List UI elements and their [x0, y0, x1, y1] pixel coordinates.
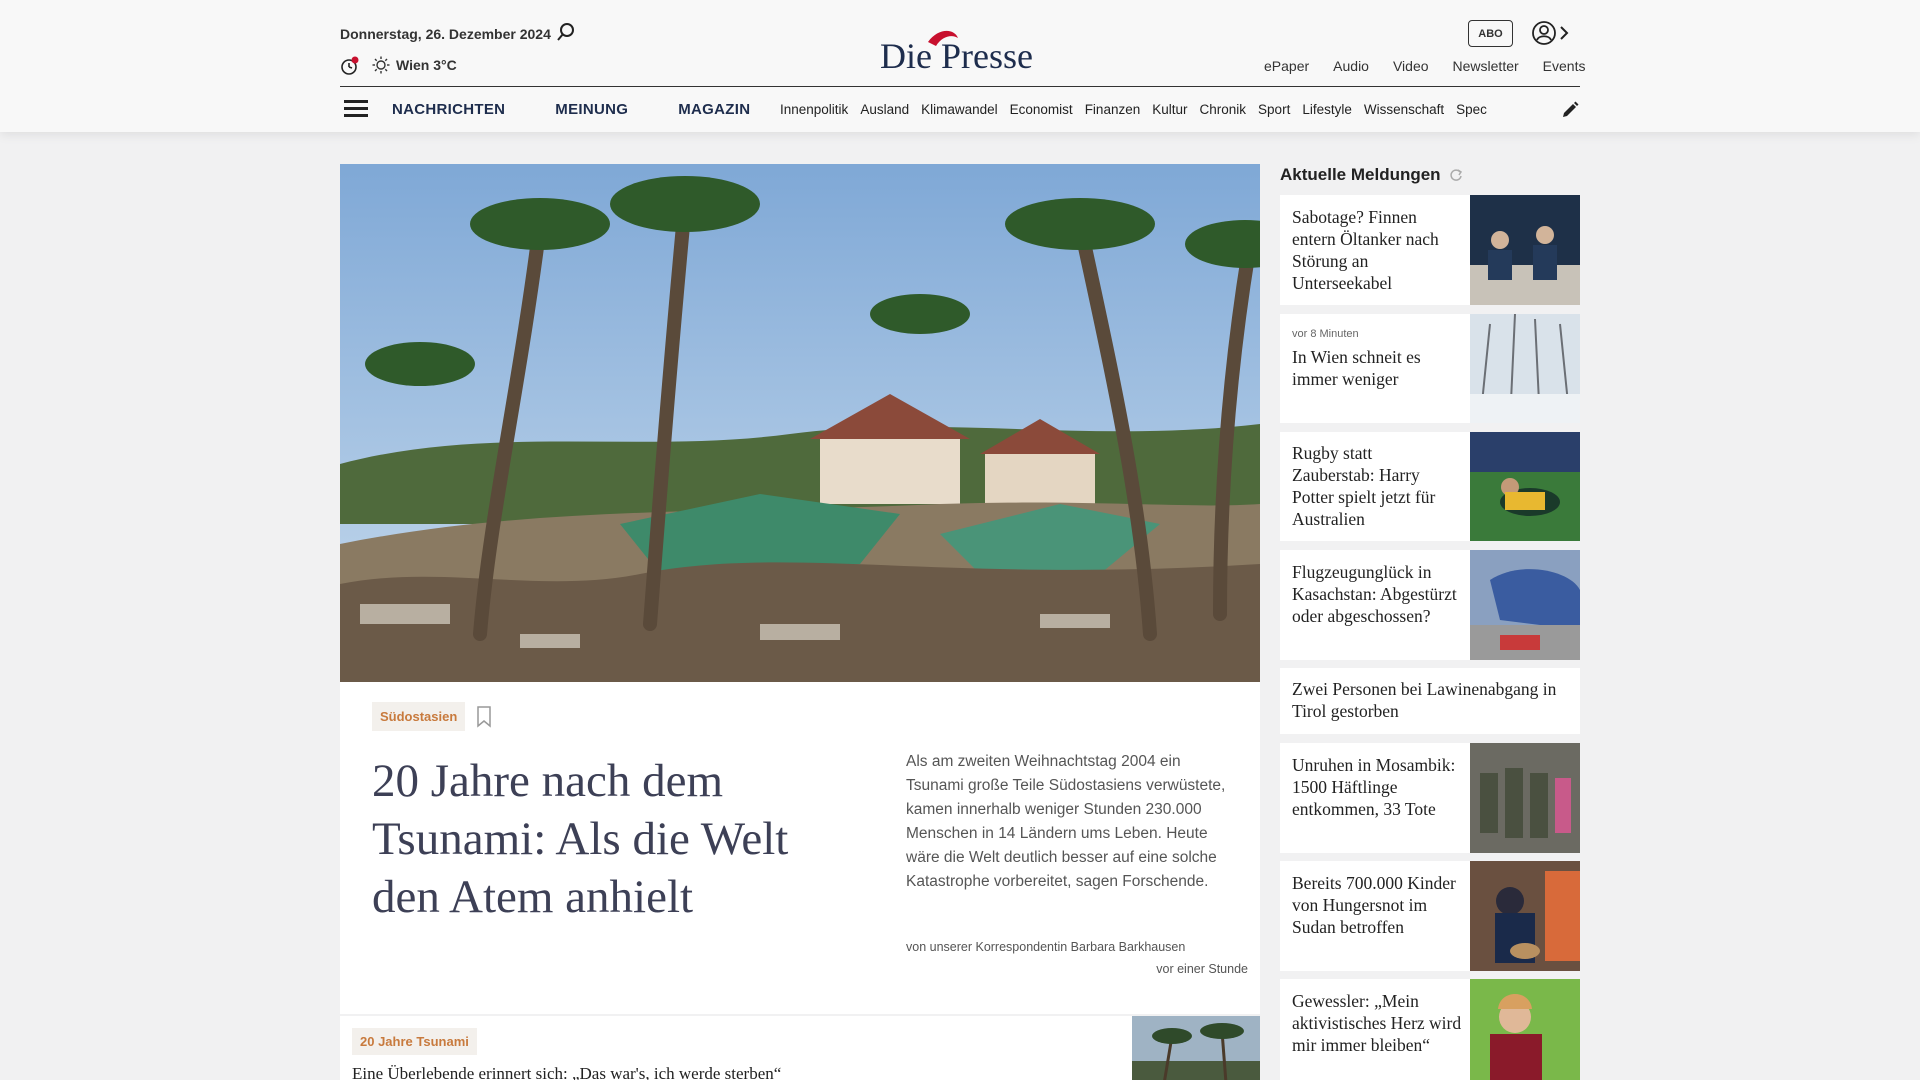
weather-widget[interactable]: Wien 3°C [372, 56, 457, 74]
link-audio[interactable]: Audio [1333, 58, 1369, 74]
subnav-ausland[interactable]: Ausland [860, 102, 909, 117]
news-thumbnail [1470, 743, 1580, 853]
lead-article-card[interactable]: Südostasien 20 Jahre nach dem Tsunami: A… [340, 164, 1260, 1014]
news-thumbnail [1470, 979, 1580, 1080]
news-item[interactable]: Zwei Personen bei Lawinenabgang in Tirol… [1280, 668, 1580, 734]
subnav-kultur[interactable]: Kultur [1152, 102, 1187, 117]
news-title[interactable]: Flugzeugunglück in Kasachstan: Abgestürz… [1292, 561, 1457, 627]
sidebar-title: Aktuelle Meldungen [1280, 165, 1463, 185]
news-item[interactable]: Rugby statt Zauberstab: Harry Potter spi… [1280, 432, 1580, 541]
link-newsletter[interactable]: Newsletter [1453, 58, 1519, 74]
news-thumbnail [1470, 432, 1580, 541]
news-thumbnail [1470, 861, 1580, 971]
news-item[interactable]: Sabotage? Finnen entern Öltanker nach St… [1280, 195, 1580, 305]
second-article-headline[interactable]: Eine Überlebende erinnert sich: „Das war… [352, 1064, 781, 1080]
nav-nachrichten[interactable]: NACHRICHTEN [392, 101, 505, 118]
sun-icon [372, 56, 390, 74]
nav-meinung[interactable]: MEINUNG [555, 101, 628, 118]
main-nav: NACHRICHTEN MEINUNG MAGAZIN [392, 101, 750, 118]
lead-headline[interactable]: 20 Jahre nach dem Tsunami: Als die Welt … [372, 752, 852, 926]
current-date: Donnerstag, 26. Dezember 2024 [340, 26, 551, 42]
notification-clock-icon[interactable] [340, 56, 360, 76]
lead-time: vor einer Stunde [1156, 962, 1248, 976]
subnav-wissenschaft[interactable]: Wissenschaft [1364, 102, 1444, 117]
subnav-klimawandel[interactable]: Klimawandel [921, 102, 998, 117]
news-thumbnail [1470, 550, 1580, 660]
news-title[interactable]: Bereits 700.000 Kinder von Hungersnot im… [1292, 872, 1457, 938]
news-thumbnail [1470, 195, 1580, 305]
subnav-sport[interactable]: Sport [1258, 102, 1290, 117]
nav-magazin[interactable]: MAGAZIN [678, 101, 750, 118]
news-item[interactable]: Flugzeugunglück in Kasachstan: Abgestürz… [1280, 550, 1580, 660]
svg-text:Die Presse: Die Presse [880, 36, 1033, 74]
news-title[interactable]: In Wien schneit es immer weniger [1292, 346, 1457, 390]
user-account-button[interactable] [1531, 20, 1571, 46]
refresh-icon[interactable] [1449, 168, 1463, 182]
news-title[interactable]: Zwei Personen bei Lawinenabgang in Tirol… [1292, 678, 1577, 722]
menu-hamburger-icon[interactable] [344, 100, 368, 120]
lead-teaser: Als am zweiten Weihnachtstag 2004 ein Ts… [906, 753, 1226, 890]
subnav-finanzen[interactable]: Finanzen [1085, 102, 1141, 117]
news-title[interactable]: Rugby statt Zauberstab: Harry Potter spi… [1292, 442, 1457, 530]
news-item[interactable]: Bereits 700.000 Kinder von Hungersnot im… [1280, 861, 1580, 971]
subnav-innenpolitik[interactable]: Innenpolitik [780, 102, 848, 117]
news-item[interactable]: vor 8 Minuten In Wien schneit es immer w… [1280, 314, 1580, 423]
user-icon [1532, 21, 1556, 45]
subnav-spec[interactable]: Spec [1456, 102, 1487, 117]
second-article-image [1132, 1016, 1260, 1080]
link-epaper[interactable]: ePaper [1264, 58, 1309, 74]
site-header: Donnerstag, 26. Dezember 2024 Wien 3°C D… [0, 0, 1920, 132]
subnav-lifestyle[interactable]: Lifestyle [1302, 102, 1352, 117]
link-video[interactable]: Video [1393, 58, 1429, 74]
subnav-fade [1500, 98, 1544, 122]
chevron-right-icon [1560, 26, 1569, 40]
pencil-icon[interactable] [1560, 100, 1580, 120]
second-article-tag[interactable]: 20 Jahre Tsunami [352, 1028, 477, 1055]
subnav-economist[interactable]: Economist [1010, 102, 1073, 117]
top-links: ePaper Audio Video Newsletter Events [1264, 58, 1585, 74]
search-icon[interactable] [556, 22, 576, 42]
news-thumbnail [1470, 314, 1580, 423]
header-divider [340, 86, 1580, 87]
news-item[interactable]: Gewessler: „Mein aktivistisches Herz wir… [1280, 979, 1580, 1080]
lead-byline: von unserer Korrespondentin Barbara Bark… [906, 940, 1186, 954]
news-title[interactable]: Gewessler: „Mein aktivistisches Herz wir… [1292, 990, 1467, 1056]
lead-article-image [340, 164, 1260, 682]
subnav-chronik[interactable]: Chronik [1200, 102, 1247, 117]
news-item[interactable]: Unruhen in Mosambik: 1500 Häftlinge entk… [1280, 743, 1580, 853]
weather-text: Wien 3°C [396, 57, 457, 73]
link-events[interactable]: Events [1543, 58, 1586, 74]
bookmark-icon[interactable] [476, 706, 492, 728]
news-title[interactable]: Sabotage? Finnen entern Öltanker nach St… [1292, 206, 1457, 294]
abo-button[interactable]: ABO [1468, 20, 1513, 47]
site-logo[interactable]: Die Presse [876, 24, 1046, 74]
news-title[interactable]: Unruhen in Mosambik: 1500 Häftlinge entk… [1292, 754, 1467, 820]
article-tag[interactable]: Südostasien [372, 702, 466, 731]
second-article-card[interactable]: 20 Jahre Tsunami Eine Überlebende erinne… [340, 1016, 1260, 1080]
sub-nav: Innenpolitik Ausland Klimawandel Economi… [780, 102, 1540, 117]
news-timestamp: vor 8 Minuten [1292, 328, 1359, 340]
